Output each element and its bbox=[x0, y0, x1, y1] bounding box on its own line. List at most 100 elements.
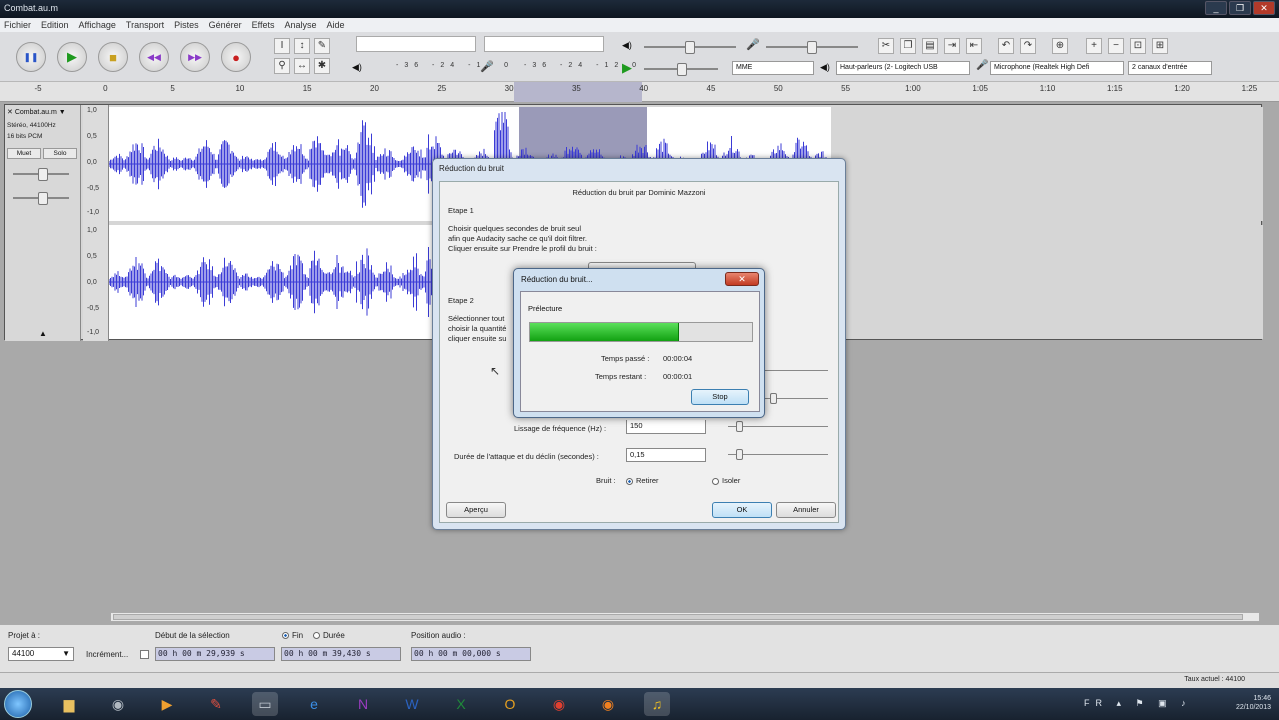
fit-project-icon[interactable]: ⊞ bbox=[1152, 38, 1168, 54]
cut-icon[interactable]: ✂ bbox=[878, 38, 894, 54]
minimize-button[interactable]: _ bbox=[1205, 1, 1227, 15]
play-at-speed-icon[interactable]: ▶ bbox=[622, 60, 632, 76]
scale-label: 1,0 bbox=[87, 227, 97, 234]
selection-start-field[interactable]: 00 h 00 m 29,939 s bbox=[155, 647, 275, 661]
snap-checkbox[interactable] bbox=[140, 650, 149, 659]
skip-start-icon: ◀◀ bbox=[147, 51, 161, 62]
play-button[interactable]: ▶ bbox=[57, 42, 87, 72]
draw-tool-icon[interactable]: ✎ bbox=[314, 38, 330, 54]
sync-lock-icon[interactable]: ⊕ bbox=[1052, 38, 1068, 54]
paste-icon[interactable]: ▤ bbox=[922, 38, 938, 54]
menu-tracks[interactable]: Pistes bbox=[174, 18, 199, 32]
ruler-tick-label: 0 bbox=[103, 84, 108, 93]
record-button[interactable]: ● bbox=[221, 42, 251, 72]
length-radio[interactable]: Durée bbox=[313, 631, 345, 640]
envelope-tool-icon[interactable]: ↕ bbox=[294, 38, 310, 54]
solo-button[interactable]: Solo bbox=[43, 148, 77, 159]
clock[interactable]: 15:46 22/10/2013 bbox=[1236, 694, 1271, 712]
stop-button[interactable]: ■ bbox=[98, 42, 128, 72]
ruler-tick-label: 50 bbox=[773, 84, 783, 93]
explorer-icon[interactable]: ▆ bbox=[56, 692, 82, 716]
onenote-icon[interactable]: N bbox=[350, 692, 376, 716]
zoom-in-icon[interactable]: + bbox=[1086, 38, 1102, 54]
window-icon[interactable]: ▭ bbox=[252, 692, 278, 716]
menu-analyze[interactable]: Analyse bbox=[285, 18, 317, 32]
menu-transport[interactable]: Transport bbox=[126, 18, 164, 32]
scrollbar-thumb[interactable] bbox=[113, 614, 1243, 620]
menu-file[interactable]: Fichier bbox=[4, 18, 31, 32]
frequency-smoothing-input[interactable]: 150 bbox=[626, 420, 706, 434]
undo-icon[interactable]: ↶ bbox=[998, 38, 1014, 54]
copy-icon[interactable]: ❐ bbox=[900, 38, 916, 54]
media-player-icon[interactable]: ▶ bbox=[154, 692, 180, 716]
speaker-icon: ◀) bbox=[352, 62, 362, 72]
firefox-icon[interactable]: ◉ bbox=[595, 692, 621, 716]
excel-icon[interactable]: X bbox=[448, 692, 474, 716]
selection-toolbar: Projet à : 44100 ▼ Incrément... Début de … bbox=[0, 624, 1279, 672]
frequency-smoothing-slider[interactable] bbox=[736, 421, 743, 432]
multi-tool-icon[interactable]: ✱ bbox=[314, 58, 330, 74]
record-meter[interactable] bbox=[484, 36, 604, 52]
maximize-button[interactable]: ❐ bbox=[1229, 1, 1251, 15]
input-device-select[interactable]: Microphone (Realtek High Defi bbox=[990, 61, 1124, 75]
audio-position-field[interactable]: 00 h 00 m 00,000 s bbox=[411, 647, 531, 661]
skip-start-button[interactable]: ◀◀ bbox=[139, 42, 169, 72]
mute-button[interactable]: Muet bbox=[7, 148, 41, 159]
timeline-ruler[interactable]: -5 0 5 10 15 20 25 30 35 40 45 50 55 1:00 1:05 1:10 1:15… bbox=[0, 82, 1279, 102]
attack-decay-slider[interactable] bbox=[736, 449, 743, 460]
ruler-tick-label: 1:05 bbox=[972, 84, 988, 93]
collapse-track-icon[interactable]: ▲ bbox=[39, 329, 47, 338]
preview-button[interactable]: Aperçu bbox=[446, 502, 506, 518]
noise-reduction-slider[interactable] bbox=[770, 393, 777, 404]
fit-selection-icon[interactable]: ⊡ bbox=[1130, 38, 1146, 54]
chrome-icon[interactable]: ◉ bbox=[546, 692, 572, 716]
menu-help[interactable]: Aide bbox=[327, 18, 345, 32]
progress-close-button[interactable]: ✕ bbox=[725, 272, 759, 286]
menu-edit[interactable]: Edition bbox=[41, 18, 69, 32]
ok-button[interactable]: OK bbox=[712, 502, 772, 518]
gain-slider[interactable] bbox=[13, 168, 69, 181]
horizontal-scrollbar[interactable] bbox=[110, 612, 1260, 622]
zoom-out-icon[interactable]: − bbox=[1108, 38, 1124, 54]
menu-view[interactable]: Affichage bbox=[79, 18, 116, 32]
media-center-icon[interactable]: ◉ bbox=[105, 692, 131, 716]
attack-decay-input[interactable]: 0,15 bbox=[626, 448, 706, 462]
outlook-icon[interactable]: O bbox=[497, 692, 523, 716]
ie-icon[interactable]: e bbox=[301, 692, 327, 716]
pan-slider[interactable] bbox=[13, 192, 69, 205]
selection-tool-icon[interactable]: I bbox=[274, 38, 290, 54]
channels-select[interactable]: 2 canaux d'entrée bbox=[1128, 61, 1212, 75]
scale-label: 0,5 bbox=[87, 133, 97, 140]
silence-icon[interactable]: ⇤ bbox=[966, 38, 982, 54]
output-device-select[interactable]: Haut-parleurs (2- Logitech USB bbox=[836, 61, 970, 75]
zoom-tool-icon[interactable]: ⚲ bbox=[274, 58, 290, 74]
status-bar: Taux actuel : 44100 bbox=[0, 672, 1279, 688]
selection-end-field[interactable]: 00 h 00 m 39,430 s bbox=[281, 647, 401, 661]
menu-effects[interactable]: Effets bbox=[252, 18, 275, 32]
word-icon[interactable]: W bbox=[399, 692, 425, 716]
skip-end-button[interactable]: ▶▶ bbox=[180, 42, 210, 72]
start-button[interactable] bbox=[4, 690, 32, 718]
pause-button[interactable]: ❚❚ bbox=[16, 42, 46, 72]
stop-button[interactable]: Stop bbox=[691, 389, 749, 405]
playback-meter[interactable] bbox=[356, 36, 476, 52]
trim-icon[interactable]: ⇥ bbox=[944, 38, 960, 54]
play-speed-slider[interactable] bbox=[644, 63, 718, 76]
paint-icon[interactable]: ✎ bbox=[203, 692, 229, 716]
menu-generate[interactable]: Générer bbox=[209, 18, 242, 32]
output-volume-slider[interactable] bbox=[644, 41, 736, 54]
timeshift-tool-icon[interactable]: ↔ bbox=[294, 58, 310, 74]
input-volume-slider[interactable] bbox=[766, 41, 858, 54]
audacity-icon[interactable]: ♫ bbox=[644, 692, 670, 716]
end-radio[interactable]: Fin bbox=[282, 631, 303, 640]
cancel-button[interactable]: Annuler bbox=[776, 502, 836, 518]
input-device-icon: 🎤 bbox=[976, 60, 989, 71]
close-button[interactable]: ✕ bbox=[1253, 1, 1275, 15]
redo-icon[interactable]: ↷ bbox=[1020, 38, 1036, 54]
isolate-radio[interactable]: Isoler bbox=[712, 476, 740, 485]
project-rate-select[interactable]: 44100 ▼ bbox=[8, 647, 74, 661]
remove-radio[interactable]: Retirer bbox=[626, 476, 659, 485]
host-select[interactable]: MME bbox=[732, 61, 814, 75]
tray-icons[interactable]: FR ▴ ⚑ ▣ ♪ bbox=[1084, 698, 1192, 709]
track-name-menu[interactable]: ✕ Combat.au.m ▼ bbox=[7, 108, 66, 116]
